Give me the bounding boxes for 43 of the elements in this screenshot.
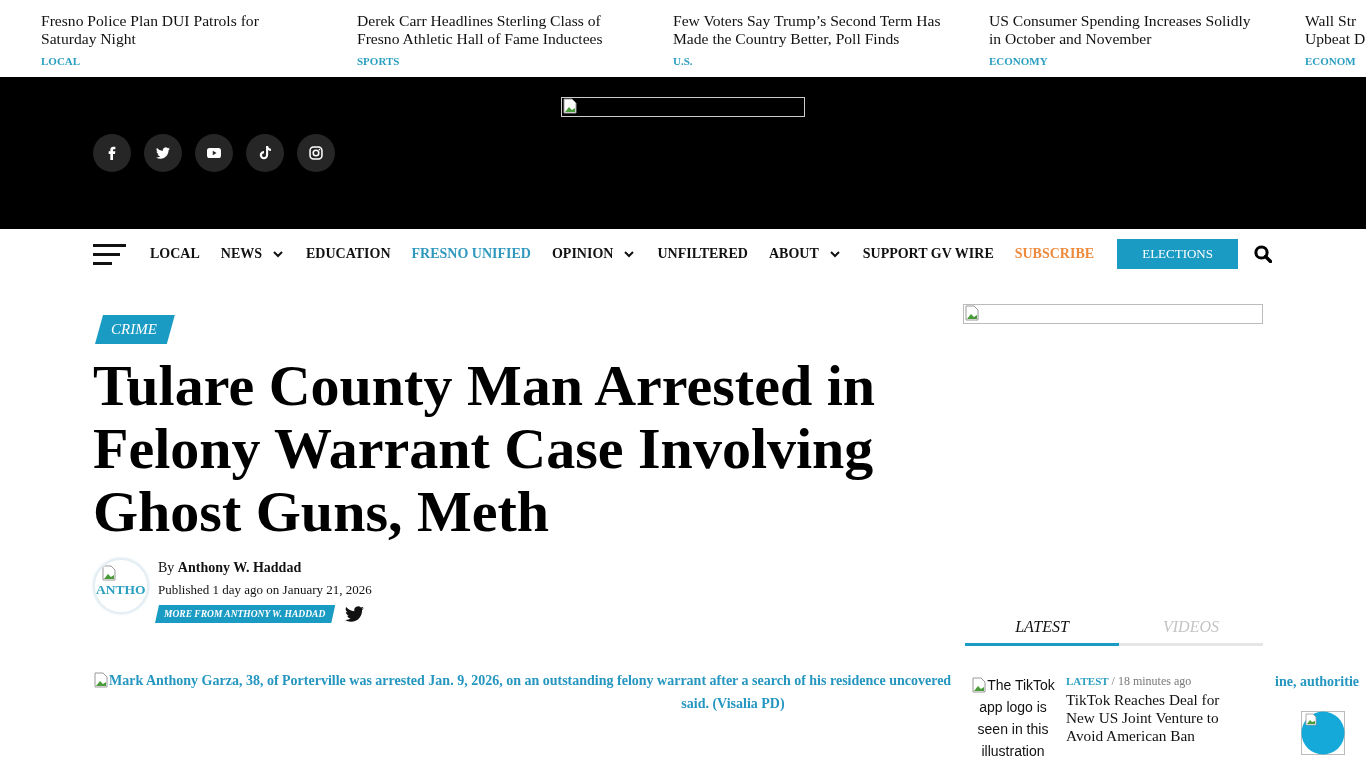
image-alt-text: ine, authoritie (1275, 674, 1359, 689)
nav-link[interactable]: OPINION (551, 246, 637, 262)
floating-circle-icon[interactable] (1301, 711, 1345, 755)
nav-link[interactable]: EDUCATION (306, 246, 391, 262)
headline-link[interactable]: US Consumer Spending Increases Solidly in October and November (989, 12, 1251, 48)
nav-link[interactable]: NEWS (220, 246, 286, 262)
image-alt-text[interactable]: The TikTok app logo is seen in this illustration (968, 674, 1058, 762)
nav-link[interactable]: SUPPORT GV WIRE (862, 246, 994, 262)
broken-image-icon (964, 305, 980, 321)
byline-label: By (158, 560, 175, 575)
broken-image-icon (562, 98, 578, 114)
social-link[interactable] (297, 134, 335, 172)
headline-link[interactable]: TikTok Reaches Deal for New US Joint Venture to Avoid American Ban (1066, 691, 1238, 745)
social-link[interactable] (93, 134, 131, 172)
article-title: Tulare County Man Arrested in Felony Warrant Case Involving Ghost Guns, Meth (93, 354, 876, 543)
sidebar-tab[interactable]: LATEST (965, 617, 1119, 646)
social-link[interactable] (195, 134, 233, 172)
bird-icon (156, 146, 170, 160)
publish-date: Published 1 day ago on January 21, 2026 (158, 581, 372, 599)
camera-icon (309, 146, 323, 160)
broken-image-icon (971, 677, 988, 693)
nav-link[interactable]: UNFILTERED (657, 246, 748, 262)
music-note-icon (258, 146, 272, 160)
nav-link[interactable]: LOCAL (150, 246, 200, 262)
headline-link[interactable]: Wall Str Upbeat D (1305, 12, 1366, 48)
headline-link[interactable]: Derek Carr Headlines Sterling Class of Fresno Athletic Hall of Fame Inductees (357, 12, 603, 48)
logo-placeholder[interactable] (561, 97, 805, 117)
search-icon[interactable] (1254, 245, 1273, 263)
post-time: / 18 minutes ago (1111, 674, 1192, 688)
avatar-alt-text: ANTHO (96, 581, 146, 598)
image-alt-text: said. (Visalia PD) (681, 696, 785, 711)
image-alt-text: Mark Anthony Garza, 38, of Porterville was arrested Jan. 9, 2026, on an outstanding felony warrant after a search of his residence uncovered (109, 672, 952, 689)
menu-icon[interactable] (93, 243, 126, 265)
bird-icon[interactable] (345, 606, 365, 622)
broken-image-icon (101, 565, 117, 581)
play-button-icon (207, 146, 221, 160)
social-link[interactable] (246, 134, 284, 172)
author-link[interactable]: Anthony W. Haddad (177, 560, 302, 575)
nav-link[interactable]: ABOUT (768, 246, 842, 262)
broken-image-icon (93, 672, 109, 688)
social-link[interactable] (144, 134, 182, 172)
headline-link[interactable]: Fresno Police Plan DUI Patrols for Saturday Night (41, 12, 259, 48)
headline-link[interactable]: Few Voters Say Trump’s Second Term Has Made the Country Better, Poll Finds (673, 12, 941, 48)
